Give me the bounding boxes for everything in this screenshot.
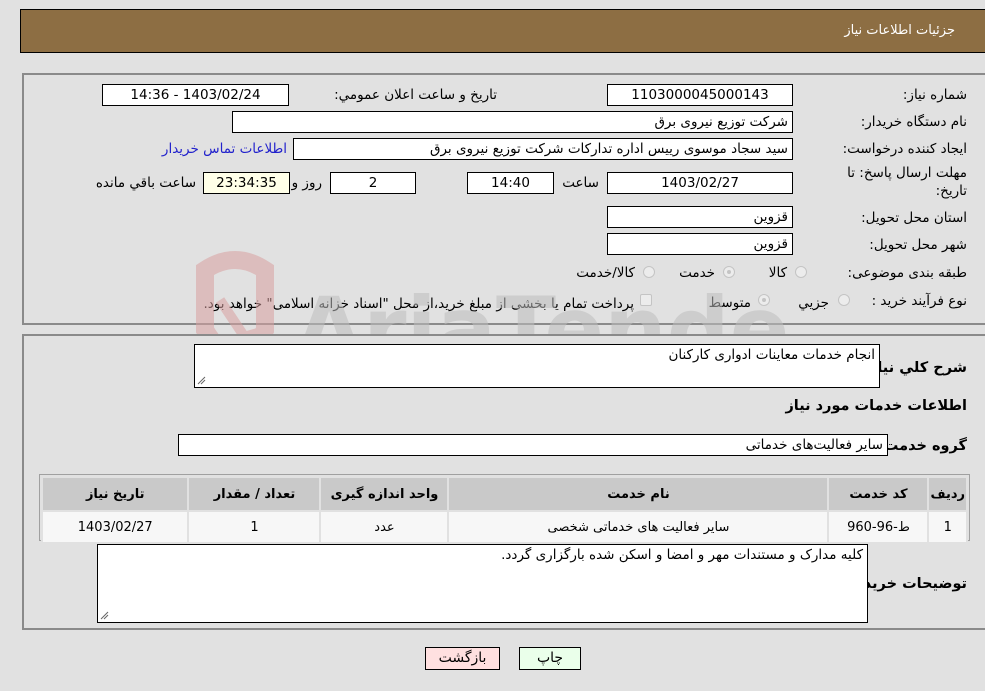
need-details-panel: شرح كلي نياز: انجام خدمات معاينات ادواری… [22,334,985,630]
col-service-name: نام خدمت [447,476,830,512]
cell-quantity: 1 [187,510,322,544]
category-option-service: خدمت [679,265,715,281]
buyer-org-field: شرکت توزيع نيروی برق [232,111,793,133]
deadline-time-field: 14:40 [467,172,554,194]
category-label: طبقه بندی موضوعی: [847,265,967,281]
days-label: روز و [291,175,322,191]
cell-service-name: ساير فعاليت های خدماتی شخصی [447,510,830,544]
services-table: رديف كد خدمت نام خدمت واحد اندازه گيری ت… [40,476,968,544]
city-field: قزوين [607,233,793,255]
resize-handle-icon[interactable] [197,376,206,385]
time-remaining-field: 23:34:35 [203,172,290,194]
creator-label: ايجاد کننده درخواست: [842,141,967,157]
col-row-number: رديف [927,476,968,512]
creator-field: سيد سجاد موسوی رييس اداره تدارکات شرکت ت… [293,138,793,160]
days-remaining-field: 2 [330,172,416,194]
process-option-medium: متوسط [708,295,751,311]
process-type-label: نوع فرآيند خريد : [871,293,967,309]
service-group-field: ساير فعاليت‌های خدماتی [178,434,888,456]
category-option-goods: کالا [768,265,787,281]
announce-date-field: 1403/02/24 - 14:36 [102,84,289,106]
treasury-note: پرداخت تمام يا بخشی از مبلغ خريد،از محل … [203,296,634,312]
need-info-panel: شماره نياز: 1103000045000143 تاريخ و ساع… [22,73,985,325]
category-radio-goods[interactable] [795,266,807,278]
deadline-time-label: ساعت [562,175,599,191]
table-row: 1 ط-96-960 ساير فعاليت های خدماتی شخصی ع… [40,510,968,544]
col-need-date: تاريخ نياز [40,476,190,512]
process-radio-minor[interactable] [838,294,850,306]
col-quantity: تعداد / مقدار [187,476,322,512]
cell-service-code: ط-96-960 [827,510,930,544]
print-button[interactable]: چاپ [519,647,581,670]
time-remaining-label: ساعت باقي مانده [95,175,196,191]
category-radio-service[interactable] [723,266,735,278]
buyer-notes-textarea[interactable]: كليه مدارک و مستندات مهر و امضا و اسکن ش… [97,544,868,623]
buyer-contact-link[interactable]: اطلاعات تماس خريدار [162,141,287,157]
deadline-label-2: تاريخ: [935,183,967,199]
col-service-code: كد خدمت [827,476,930,512]
process-radio-medium[interactable] [758,294,770,306]
process-option-minor: جزيي [798,295,829,311]
services-heading: اطلاعات خدمات مورد نياز [785,398,967,414]
buyer-notes-text: كليه مدارک و مستندات مهر و امضا و اسکن ش… [501,547,863,563]
description-text: انجام خدمات معاينات ادواری کارکنان [668,347,875,363]
back-button[interactable]: بازگشت [425,647,500,670]
buyer-org-label: نام دستگاه خريدار: [860,114,967,130]
announce-date-label: تاريخ و ساعت اعلان عمومي: [334,87,497,103]
page-header: جزئيات اطلاعات نياز [20,9,985,53]
category-radio-goods-service[interactable] [643,266,655,278]
province-label: استان محل تحويل: [861,210,967,226]
table-header-row: رديف كد خدمت نام خدمت واحد اندازه گيری ت… [40,476,968,512]
cell-need-date: 1403/02/27 [40,510,190,544]
treasury-checkbox[interactable] [640,294,652,306]
need-number-field: 1103000045000143 [607,84,793,106]
page-title: جزئيات اطلاعات نياز [844,23,955,38]
description-textarea[interactable]: انجام خدمات معاينات ادواری کارکنان [194,344,880,388]
need-number-label: شماره نياز: [902,87,967,103]
resize-handle-icon[interactable] [100,611,109,620]
category-option-goods-service: کالا/خدمت [576,265,635,281]
cell-row-number: 1 [927,510,968,544]
service-group-label: گروه خدمت: [877,438,967,454]
deadline-label: مهلت ارسال پاسخ: تا [847,165,967,181]
col-unit: واحد اندازه گيری [319,476,450,512]
province-field: قزوين [607,206,793,228]
deadline-date-field: 1403/02/27 [607,172,793,194]
city-label: شهر محل تحويل: [869,237,967,253]
cell-unit: عدد [319,510,450,544]
